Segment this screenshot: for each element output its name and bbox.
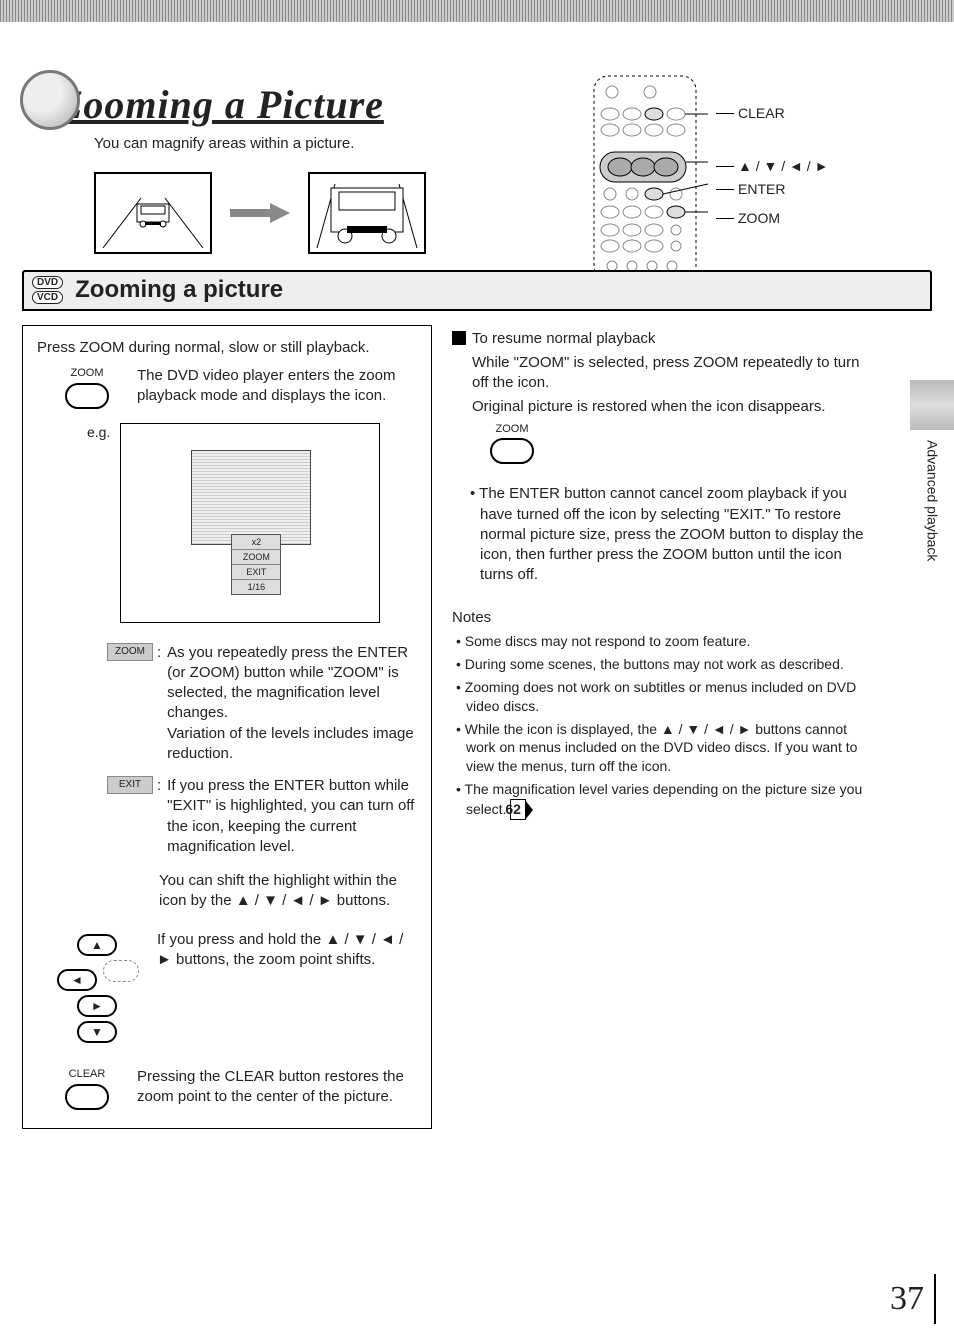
left-column: Press ZOOM during normal, slow or still … [22,325,432,1129]
zoom-button-label-right: ZOOM [482,422,542,437]
right-column: To resume normal playback While "ZOOM" i… [452,325,864,820]
note-item: While the icon is displayed, the ▲ / ▼ /… [466,720,864,777]
remote-labels: CLEAR ▲ / ▼ / ◄ / ► ENTER ZOOM [716,74,828,228]
header-area: Zooming a Picture You can magnify areas … [0,22,954,254]
page-number-divider [934,1274,936,1324]
zoom-menu-item: ZOOM [232,550,280,565]
zoom-menu-item: x2 [232,535,280,550]
shift-highlight-text: You can shift the highlight within the i… [159,871,417,912]
zoom-term-text: As you repeatedly press the ENTER (or ZO… [167,644,408,722]
note-item: Zooming does not work on subtitles or me… [466,678,864,716]
resume-title: To resume normal playback [472,330,655,347]
zoom-term-text2: Variation of the levels includes image r… [167,725,414,762]
remote-icon [590,74,710,284]
page-number: 37 [890,1276,924,1322]
vcd-badge: VCD [32,291,63,304]
side-tab: Advanced playback [910,380,954,630]
remote-clear-label: CLEAR [738,104,785,123]
remote-zoom-label: ZOOM [738,209,780,228]
left-intro: Press ZOOM during normal, slow or still … [37,338,417,358]
zoom-menu-item: EXIT [232,565,280,580]
zoom-osd-menu: x2 ZOOM EXIT 1/16 [231,534,281,596]
remote-diagram: CLEAR ▲ / ▼ / ◄ / ► ENTER ZOOM [590,74,828,284]
arrow-pad-icon: ▲ ◄► ▼ [37,932,157,1045]
resume-text1: While "ZOOM" is selected, press ZOOM rep… [472,353,864,394]
zoom-button-label: ZOOM [37,366,137,381]
scan-top-border [0,0,954,22]
section-title: Zooming a picture [75,274,283,306]
decorative-orb [20,70,80,130]
notes-list: Some discs may not respond to zoom featu… [452,632,864,820]
zoom-button-icon: ZOOM [37,366,137,409]
zoom-term-badge: ZOOM [107,643,153,661]
tv-screen-icon [191,450,311,545]
clear-button-icon: CLEAR [37,1067,137,1110]
square-bullet-icon [452,331,466,345]
remote-arrows-label: ▲ / ▼ / ◄ / ► [738,157,828,176]
remote-enter-label: ENTER [738,180,785,199]
note-item: During some scenes, the buttons may not … [466,655,864,674]
zoom-arrow-icon [230,203,290,223]
exit-term-badge: EXIT [107,776,153,794]
zoom-button-desc: The DVD video player enters the zoom pla… [137,366,417,407]
car-after-box [308,172,426,254]
hold-text: If you press and hold the ▲ / ▼ / ◄ / ► … [157,922,417,971]
section-header: DVD VCD Zooming a picture [22,270,932,308]
resume-text2: Original picture is restored when the ic… [472,397,864,417]
eg-label: e.g. [87,423,116,442]
side-tab-marker [910,380,954,430]
car-before-icon [100,178,206,248]
dvd-badge: DVD [32,276,63,289]
enter-note: The ENTER button cannot cancel zoom play… [480,484,864,585]
notes-title: Notes [452,608,864,628]
car-after-icon [314,178,420,248]
clear-button-label: CLEAR [37,1067,137,1082]
section-underline [22,309,932,311]
eg-frame: x2 ZOOM EXIT 1/16 [120,423,380,623]
clear-text: Pressing the CLEAR button restores the z… [137,1067,417,1108]
zoom-menu-item: 1/16 [232,580,280,594]
note-item: The magnification level varies depending… [466,780,864,820]
car-before-box [94,172,212,254]
exit-term-text: If you press the ENTER button while "EXI… [167,776,417,857]
note-item: Some discs may not respond to zoom featu… [466,632,864,651]
side-tab-label: Advanced playback [923,440,942,561]
page-ref-box: 62 [510,799,526,820]
zoom-button-icon-right: ZOOM [482,422,542,465]
